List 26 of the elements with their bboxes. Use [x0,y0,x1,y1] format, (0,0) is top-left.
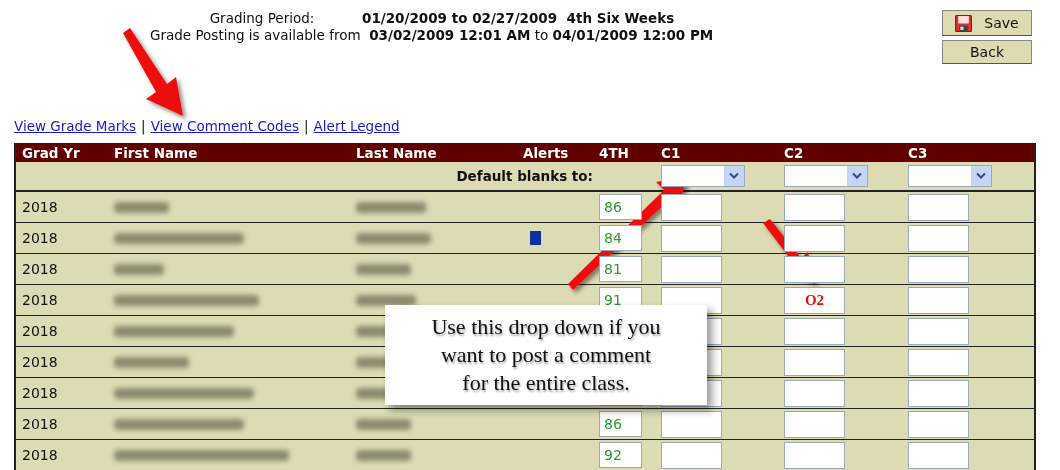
table-cell-text: 2018 [21,292,59,308]
table-cell-text: 2018 [21,323,59,339]
column-header: Grad Yr [21,144,81,161]
table-cell-text: 2018 [21,416,59,432]
callout-text: Use this drop down if you [431,313,661,341]
table-cell-text: 2018 [21,354,59,370]
column-header: 4TH [598,144,630,161]
table-cell-text: 2018 [21,230,59,246]
column-header: Last Name [355,144,438,161]
link-separator: | [141,118,146,137]
table-cell-text: 2018 [21,447,59,463]
period-value: 01/20/2009 to 02/27/2009 4th Six Weeks [362,10,675,26]
column-header: C3 [907,144,929,161]
column-header: C2 [783,144,805,161]
table-cell-text: 2018 [21,385,59,401]
link-separator: | [304,118,309,137]
column-header: First Name [113,144,199,161]
period-label: Grading Period: [208,10,316,26]
posting-window-text: Grade Posting is available from 03/02/2009 12:01 AM to 04/01/2009 12:00 PM [150,27,714,43]
column-header: C1 [660,144,682,161]
default-blanks-label: Default blanks to: [455,168,594,184]
column-header: Alerts [522,144,570,161]
callout-text: want to post a comment [440,341,652,369]
callout-text: for the entire class. [462,369,630,397]
table-cell-text: 2018 [21,261,59,277]
table-cell-text: 2018 [21,199,59,215]
